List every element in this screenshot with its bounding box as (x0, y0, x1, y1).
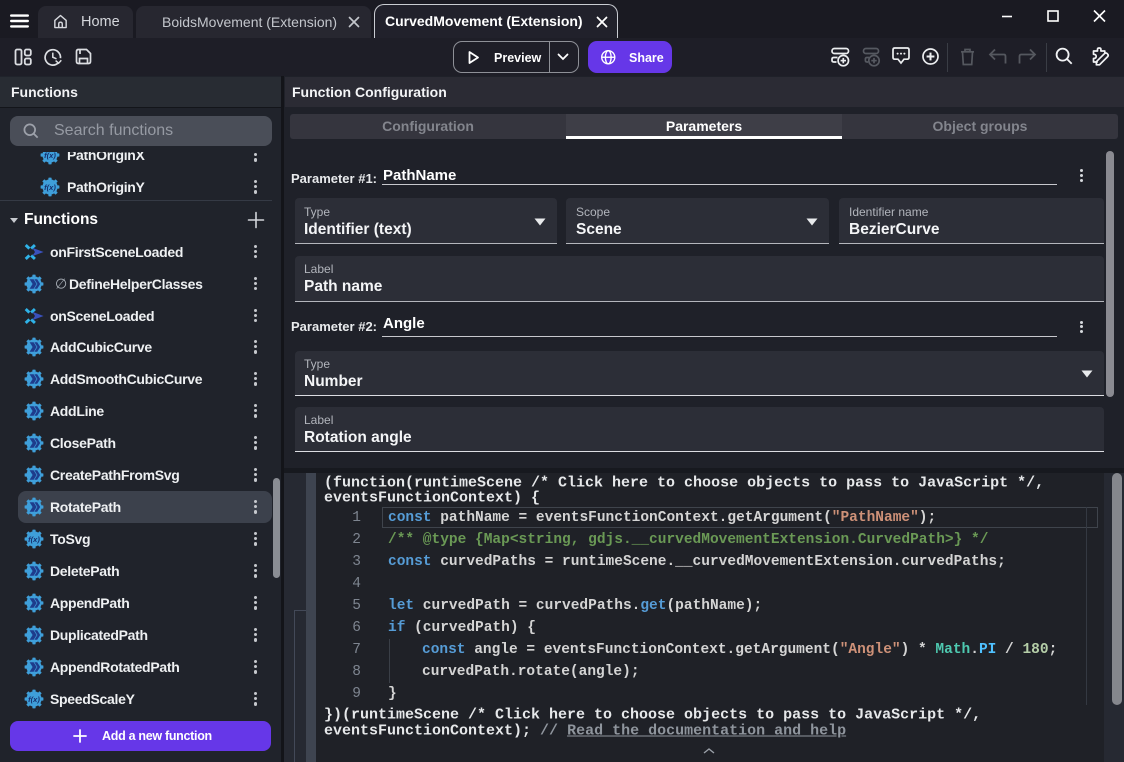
svg-text:f(x): f(x) (44, 183, 56, 192)
svg-text:f(x): f(x) (44, 152, 56, 160)
svg-text:f(x): f(x) (28, 695, 40, 704)
svg-text:f(x): f(x) (28, 535, 40, 544)
